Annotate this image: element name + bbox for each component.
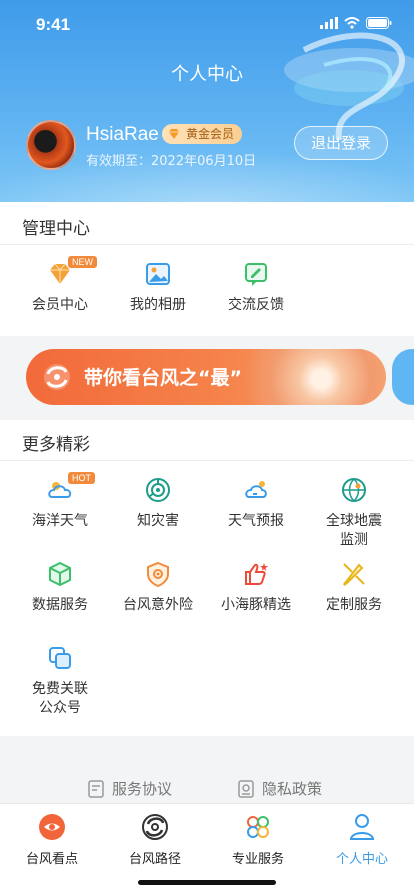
grid-item-earthquake-monitor[interactable]: 全球地震 监测 (302, 476, 406, 550)
link-account-icon (49, 647, 71, 669)
battery-icon (366, 17, 392, 29)
earthquake-globe-icon (342, 478, 366, 502)
section-title-more: 更多精彩 (22, 435, 90, 455)
tab-typhoon-highlights[interactable]: 台风看点 (0, 812, 104, 867)
privacy-icon (238, 779, 254, 798)
tab-typhoon-path[interactable]: 台风路径 (103, 812, 207, 867)
insurance-shield-icon (147, 561, 169, 588)
more-section: 更多精彩 HOT 海洋天气 知灾害 天气预报 全球地震 监测 数据服务 台风意外… (0, 420, 414, 736)
privacy-link[interactable]: 隐私政策 (238, 778, 322, 799)
grid-item-dolphin-picks[interactable]: 小海豚精选 (204, 560, 308, 615)
grid-item-link-official-account[interactable]: 免费关联 公众号 (8, 644, 112, 718)
grid-item-label: 数据服务 (32, 597, 88, 613)
divider (0, 460, 414, 461)
typhoon-banner[interactable]: 带你看台风之“最” (26, 349, 386, 405)
diamond-icon (169, 129, 179, 139)
next-banner-peek[interactable] (392, 349, 414, 405)
grid-item-label: 知灾害 (137, 513, 179, 529)
signal-icon (320, 17, 338, 29)
page-title: 个人中心 (171, 64, 243, 85)
status-time: 9:41 (36, 15, 71, 34)
grid-item-data-service[interactable]: 数据服务 (8, 560, 112, 615)
grid-item-feedback[interactable]: 交流反馈 (204, 260, 308, 315)
weather-forecast-icon (245, 481, 267, 498)
grid-item-label: 免费关联 公众号 (32, 681, 88, 716)
status-bar: 9:41 (0, 0, 414, 50)
vip-label: 黄金会员 (186, 127, 235, 141)
disaster-icon (146, 478, 170, 502)
home-indicator (138, 880, 276, 885)
feedback-icon (245, 263, 267, 286)
grid-item-disaster-knowledge[interactable]: 知灾害 (106, 476, 210, 531)
avatar[interactable] (26, 120, 76, 170)
new-tag: NEW (68, 256, 97, 268)
person-icon (349, 814, 375, 840)
username: HsiaRae (86, 124, 159, 145)
grid-item-label: 台风意外险 (123, 597, 193, 613)
hot-tag: HOT (68, 472, 95, 484)
photo-album-icon (146, 263, 170, 285)
status-icons (320, 17, 392, 29)
tab-personal-center[interactable]: 个人中心 (310, 812, 414, 867)
terms-link[interactable]: 服务协议 (88, 778, 172, 799)
section-title-management: 管理中心 (22, 219, 90, 239)
grid-item-photo-album[interactable]: 我的相册 (106, 260, 210, 315)
data-cube-icon (49, 561, 71, 587)
membership-expiry: 有效期至：2022年06月10日 (86, 154, 257, 169)
grid-item-label: 天气预报 (228, 513, 284, 529)
tab-label: 个人中心 (335, 852, 388, 867)
banner-text: 带你看台风之“最” (84, 367, 242, 389)
tab-label: 台风看点 (25, 852, 78, 867)
grid-item-label: 我的相册 (130, 297, 186, 313)
grid-item-member-center[interactable]: NEW 会员中心 (8, 256, 112, 315)
tab-professional-service[interactable]: 专业服务 (206, 812, 310, 867)
typhoon-icon (44, 364, 70, 390)
typhoon-eye-icon (39, 814, 65, 840)
typhoon-path-icon (142, 814, 168, 840)
custom-pencil-icon (343, 563, 365, 586)
grid-item-custom-service[interactable]: 定制服务 (302, 560, 406, 615)
thumbs-up-icon (245, 563, 268, 585)
storm-image-decoration (236, 349, 386, 405)
wifi-icon (344, 17, 360, 29)
grid-item-label: 定制服务 (326, 597, 382, 613)
grid-item-weather-forecast[interactable]: 天气预报 (204, 476, 308, 531)
privacy-label: 隐私政策 (262, 780, 323, 798)
tab-label: 专业服务 (231, 852, 284, 867)
terms-label: 服务协议 (112, 780, 173, 798)
divider (0, 244, 414, 245)
logout-button[interactable]: 退出登录 (294, 126, 388, 160)
professional-service-icon (247, 816, 269, 838)
vip-badge[interactable]: 黄金会员 (162, 124, 243, 144)
grid-item-label: 交流反馈 (228, 297, 284, 313)
footer-links: 服务协议 隐私政策 (0, 770, 414, 804)
profile-header: 9:41 个人中心 HsiaRae 黄金会员 有效期至：2022年06月10日 … (0, 0, 414, 202)
grid-item-typhoon-insurance[interactable]: 台风意外险 (106, 560, 210, 615)
grid-item-label: 小海豚精选 (221, 597, 291, 613)
grid-item-label: 海洋天气 (32, 513, 88, 529)
grid-item-label: 会员中心 (32, 297, 88, 313)
grid-item-label: 全球地震 监测 (326, 513, 382, 548)
management-section: 管理中心 NEW 会员中心 我的相册 交流反馈 (0, 202, 414, 336)
tab-label: 台风路径 (128, 852, 181, 867)
grid-item-ocean-weather[interactable]: HOT 海洋天气 (8, 472, 112, 531)
document-icon (88, 779, 104, 798)
